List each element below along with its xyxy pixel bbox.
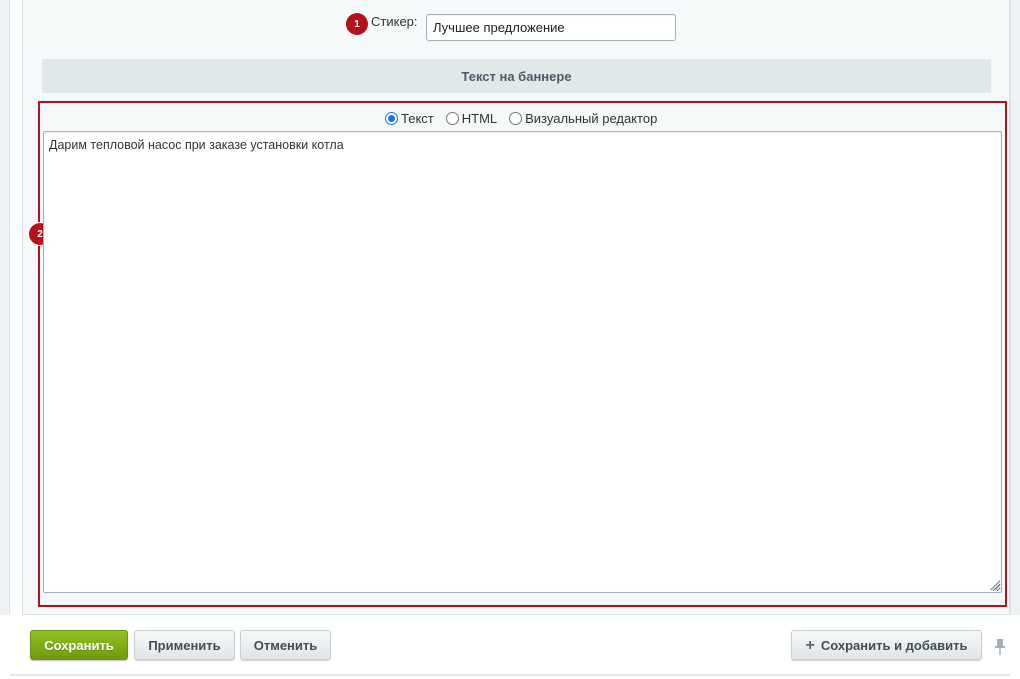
save-and-add-button[interactable]: + Сохранить и добавить xyxy=(791,630,982,660)
radio-unchecked-icon[interactable] xyxy=(445,111,459,125)
radio-checked-icon[interactable] xyxy=(385,111,398,125)
mode-option-html[interactable]: HTML xyxy=(445,110,498,126)
save-and-add-label: Сохранить и добавить xyxy=(820,637,968,653)
radio-unchecked-icon[interactable] xyxy=(509,111,523,125)
resize-grip-icon[interactable] xyxy=(990,580,1000,590)
mode-option-text[interactable]: Текст xyxy=(385,111,434,126)
save-button[interactable]: Сохранить xyxy=(30,630,128,660)
left-edge-strip xyxy=(0,0,10,679)
mode-label-html: HTML xyxy=(461,110,498,126)
mode-label-text: Текст xyxy=(401,110,434,126)
marker-badge-1: 1 xyxy=(346,13,368,35)
pin-icon[interactable] xyxy=(993,638,1007,656)
mode-label-visual-editor: Визуальный редактор xyxy=(525,110,658,126)
mode-option-visual-editor[interactable]: Визуальный редактор xyxy=(509,111,657,126)
banner-text-area[interactable]: Дарим тепловой насос при заказе установк… xyxy=(43,131,1002,593)
footer-divider xyxy=(10,674,1010,676)
plus-icon: + xyxy=(805,636,815,654)
sticker-label: Стикер: xyxy=(371,14,418,29)
cancel-button[interactable]: Отменить xyxy=(240,630,331,660)
right-edge-strip xyxy=(1010,0,1020,679)
editor-mode-selector: Текст HTML Визуальный редактор xyxy=(385,109,669,127)
section-header-banner-text: Текст на баннере xyxy=(42,59,991,93)
sticker-input[interactable] xyxy=(426,14,676,41)
apply-button[interactable]: Применить xyxy=(134,630,235,660)
admin-edit-page: 1 Стикер: Текст на баннере 2 Текст HTML … xyxy=(0,0,1020,679)
